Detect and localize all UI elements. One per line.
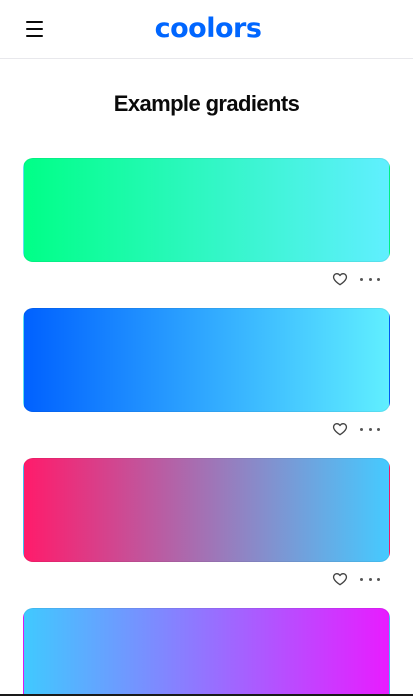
gradient-card — [23, 308, 390, 436]
more-dots-icon[interactable] — [360, 571, 380, 587]
heart-icon[interactable] — [332, 421, 348, 437]
heart-icon[interactable] — [332, 571, 348, 587]
gradient-swatch[interactable] — [23, 458, 390, 562]
gradient-swatch[interactable] — [23, 158, 390, 262]
gradient-card — [23, 608, 390, 696]
top-navigation-bar: coolors — [0, 0, 413, 59]
gradient-actions — [332, 420, 380, 438]
menu-line — [26, 35, 43, 37]
more-dots-icon[interactable] — [360, 421, 380, 437]
gradient-swatch[interactable] — [23, 308, 390, 412]
menu-line — [26, 21, 43, 23]
gradient-actions — [332, 270, 380, 288]
coolors-logo[interactable]: coolors — [142, 13, 274, 45]
page-title: Example gradients — [113, 91, 300, 116]
page: coolors Example gradients — [0, 0, 413, 696]
more-dots-icon[interactable] — [360, 271, 380, 287]
gradient-actions — [332, 570, 380, 588]
gradient-swatch[interactable] — [23, 608, 390, 696]
gradient-card — [23, 458, 390, 586]
heart-icon[interactable] — [332, 271, 348, 287]
hamburger-menu-icon[interactable] — [24, 19, 46, 39]
gradient-card — [23, 158, 390, 286]
menu-line — [26, 28, 43, 30]
